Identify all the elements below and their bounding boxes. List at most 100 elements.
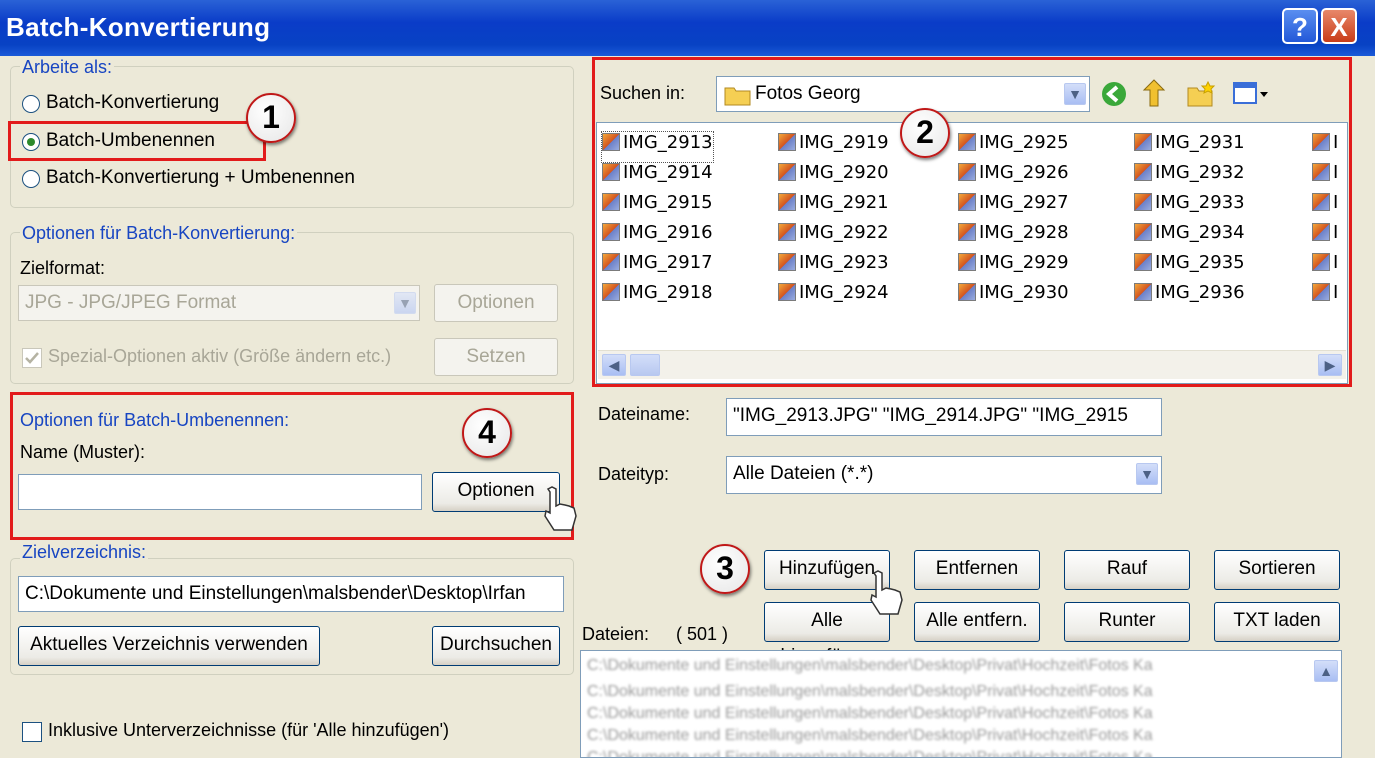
mode-group-label: Arbeite als:	[20, 57, 115, 78]
file-item[interactable]: IMG_2919	[778, 132, 889, 162]
radio-label-batch-convert-rename[interactable]: Batch-Konvertierung + Umbenennen	[46, 167, 355, 189]
image-file-icon	[602, 223, 620, 241]
rename-options-label: Optionen für Batch-Umbenennen:	[20, 410, 290, 430]
file-item[interactable]: IMG_2928	[958, 222, 1069, 252]
use-current-dir-button[interactable]: Aktuelles Verzeichnis verwenden	[18, 626, 320, 666]
image-file-icon	[778, 283, 796, 301]
selected-files-list[interactable]: C:\Dokumente und Einstellungen\malsbende…	[580, 650, 1342, 758]
file-item[interactable]: IMG_2927	[958, 192, 1069, 222]
filetype-dropdown-icon[interactable]: ▼	[1136, 463, 1158, 485]
scroll-right-icon[interactable]: ▶	[1318, 354, 1342, 376]
files-label: Dateien:	[582, 624, 650, 644]
file-item[interactable]: IMG_2936	[1134, 282, 1245, 312]
close-button[interactable]: X	[1321, 8, 1357, 44]
file-item[interactable]: IMG_2926	[958, 162, 1069, 192]
image-file-icon	[1312, 163, 1330, 181]
target-dir-input[interactable]: C:\Dokumente und Einstellungen\malsbende…	[18, 576, 564, 612]
file-item[interactable]: IMG_2914	[602, 162, 713, 192]
scrollbar-thumb[interactable]	[630, 354, 660, 376]
format-dropdown-icon[interactable]: ▼	[394, 292, 416, 314]
file-item[interactable]: IMG_2932	[1134, 162, 1245, 192]
scroll-up-icon[interactable]: ▲	[1314, 660, 1338, 682]
help-button[interactable]: ?	[1282, 8, 1318, 44]
file-item[interactable]: I	[1312, 162, 1344, 192]
file-item[interactable]: IMG_2918	[602, 282, 713, 312]
load-txt-button[interactable]: TXT laden	[1214, 602, 1340, 642]
image-file-icon	[602, 253, 620, 271]
format-select[interactable]: JPG - JPG/JPEG Format	[18, 285, 420, 321]
file-item[interactable]: IMG_2933	[1134, 192, 1245, 222]
file-item[interactable]: IMG_2915	[602, 192, 713, 222]
remove-button[interactable]: Entfernen	[914, 550, 1040, 590]
file-path-item[interactable]: C:\Dokumente und Einstellungen\malsbende…	[581, 725, 1341, 747]
radio-batch-convert-rename[interactable]	[22, 170, 40, 188]
image-file-icon	[778, 133, 796, 151]
target-dir-label: Zielverzeichnis:	[20, 542, 149, 563]
file-item[interactable]: IMG_2922	[778, 222, 889, 252]
folder-icon	[724, 87, 751, 106]
browse-button[interactable]: Durchsuchen	[432, 626, 560, 666]
radio-batch-convert[interactable]	[22, 95, 40, 113]
back-icon[interactable]	[1100, 80, 1128, 108]
subdirs-label: Inklusive Unterverzeichnisse (für 'Alle …	[48, 720, 450, 740]
file-column-2: IMG_2919 IMG_2920 IMG_2921 IMG_2922 IMG_…	[778, 132, 889, 312]
file-path-item[interactable]: C:\Dokumente und Einstellungen\malsbende…	[581, 703, 1341, 725]
up-folder-icon[interactable]	[1140, 78, 1168, 108]
convert-options-button[interactable]: Optionen	[434, 284, 558, 322]
file-item[interactable]: IMG_2924	[778, 282, 889, 312]
file-item[interactable]: IMG_2916	[602, 222, 713, 252]
file-item[interactable]: IMG_2917	[602, 252, 713, 282]
scroll-left-icon[interactable]: ◀	[602, 354, 626, 376]
image-file-icon	[1134, 133, 1152, 151]
file-item[interactable]: IMG_2923	[778, 252, 889, 282]
new-folder-icon[interactable]	[1186, 80, 1216, 108]
file-item[interactable]: IMG_2929	[958, 252, 1069, 282]
file-item[interactable]: I	[1312, 282, 1344, 312]
sort-button[interactable]: Sortieren	[1214, 550, 1340, 590]
file-item[interactable]: IMG_2913	[601, 131, 714, 163]
file-path-item[interactable]: C:\Dokumente und Einstellungen\malsbende…	[581, 651, 1341, 681]
file-path-item[interactable]: C:\Dokumente und Einstellungen\malsbende…	[581, 747, 1341, 757]
folder-select[interactable]: Fotos Georg	[716, 76, 1090, 112]
file-item[interactable]: I	[1312, 192, 1344, 222]
filename-label: Dateiname:	[598, 404, 691, 424]
image-file-icon	[1134, 193, 1152, 211]
filetype-select[interactable]: Alle Dateien (*.*)	[726, 456, 1162, 494]
special-options-label: Spezial-Optionen aktiv (Größe ändern etc…	[48, 346, 392, 366]
image-file-icon	[958, 253, 976, 271]
filename-input[interactable]: "IMG_2913.JPG" "IMG_2914.JPG" "IMG_2915	[726, 398, 1162, 436]
file-column-4: IMG_2931 IMG_2932 IMG_2933 IMG_2934 IMG_…	[1134, 132, 1245, 312]
file-item[interactable]: IMG_2935	[1134, 252, 1245, 282]
radio-label-batch-convert[interactable]: Batch-Konvertierung	[46, 92, 219, 114]
file-item[interactable]: I	[1312, 222, 1344, 252]
file-item[interactable]: IMG_2920	[778, 162, 889, 192]
callout-badge-2: 2	[900, 108, 950, 158]
file-item[interactable]: IMG_2934	[1134, 222, 1245, 252]
image-file-icon	[958, 163, 976, 181]
file-path-item[interactable]: C:\Dokumente und Einstellungen\malsbende…	[581, 681, 1341, 703]
up-button[interactable]: Rauf	[1064, 550, 1190, 590]
image-file-icon	[602, 193, 620, 211]
file-item[interactable]: IMG_2930	[958, 282, 1069, 312]
file-item[interactable]: IMG_2925	[958, 132, 1069, 162]
file-item[interactable]: I	[1312, 132, 1344, 162]
folder-dropdown-icon[interactable]: ▼	[1064, 83, 1086, 105]
view-menu-icon[interactable]	[1232, 80, 1272, 108]
special-options-checkbox[interactable]	[22, 348, 42, 368]
horizontal-scrollbar[interactable]	[598, 350, 1346, 379]
format-label: Zielformat:	[20, 258, 106, 278]
file-item[interactable]: IMG_2931	[1134, 132, 1245, 162]
subdirs-checkbox[interactable]	[22, 722, 42, 742]
window-title: Batch-Konvertierung	[6, 12, 271, 42]
file-item[interactable]: I	[1312, 252, 1344, 282]
pointer-hand-icon	[544, 486, 577, 531]
down-button[interactable]: Runter	[1064, 602, 1190, 642]
remove-all-button[interactable]: Alle entfern.	[914, 602, 1040, 642]
name-pattern-input[interactable]	[18, 474, 422, 510]
image-file-icon	[602, 133, 620, 151]
set-button[interactable]: Setzen	[434, 338, 558, 376]
image-file-icon	[1134, 283, 1152, 301]
highlight-box-1	[8, 121, 266, 161]
file-item[interactable]: IMG_2921	[778, 192, 889, 222]
rename-options-button[interactable]: Optionen	[432, 472, 560, 512]
